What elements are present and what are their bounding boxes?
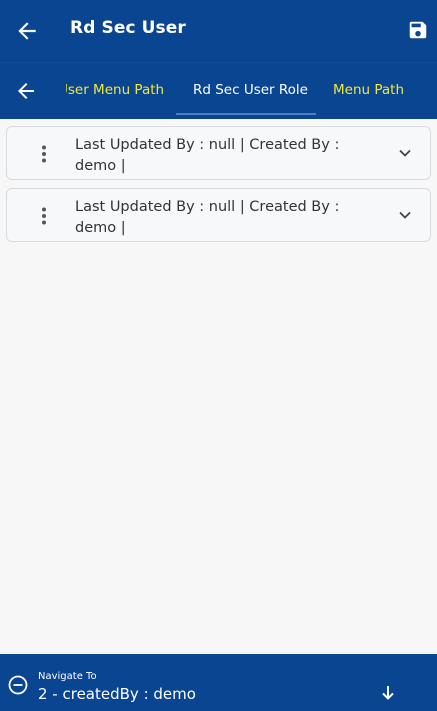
save-icon[interactable] bbox=[407, 19, 429, 41]
kebab-icon[interactable] bbox=[37, 145, 51, 163]
arrow-down-icon[interactable] bbox=[381, 685, 395, 701]
record-summary: Last Updated By : null | Created By : de… bbox=[75, 137, 340, 174]
active-tab-indicator bbox=[176, 113, 316, 115]
list-item[interactable]: Last Updated By : null | Created By : de… bbox=[6, 126, 431, 180]
top-app-bar: Rd Sec User bbox=[0, 0, 437, 62]
tab-menu-path[interactable]: Menu Path bbox=[333, 82, 404, 98]
navigate-to-label: Navigate To bbox=[38, 671, 97, 682]
arrow-left-icon[interactable] bbox=[14, 79, 38, 103]
chevron-down-icon[interactable] bbox=[398, 208, 412, 222]
tab-bar: User Menu Path Rd Sec User Role Menu Pat… bbox=[0, 62, 437, 119]
kebab-icon[interactable] bbox=[37, 207, 51, 225]
navigate-to-bar[interactable]: Navigate To 2 - createdBy : demo bbox=[0, 654, 437, 711]
minus-circle-icon[interactable] bbox=[8, 675, 28, 695]
navigate-to-value: 2 - createdBy : demo bbox=[38, 685, 196, 703]
app-root: Rd Sec User User Menu Path Rd Sec User R… bbox=[0, 0, 437, 711]
tab-rd-sec-user-role[interactable]: Rd Sec User Role bbox=[193, 82, 308, 98]
record-list: Last Updated By : null | Created By : de… bbox=[6, 126, 431, 250]
record-summary: Last Updated By : null | Created By : de… bbox=[75, 199, 340, 236]
tab-user-menu-path[interactable]: User Menu Path bbox=[66, 82, 164, 98]
arrow-left-icon[interactable] bbox=[14, 18, 40, 44]
list-item[interactable]: Last Updated By : null | Created By : de… bbox=[6, 188, 431, 242]
chevron-down-icon[interactable] bbox=[398, 146, 412, 160]
page-title: Rd Sec User bbox=[70, 18, 186, 38]
